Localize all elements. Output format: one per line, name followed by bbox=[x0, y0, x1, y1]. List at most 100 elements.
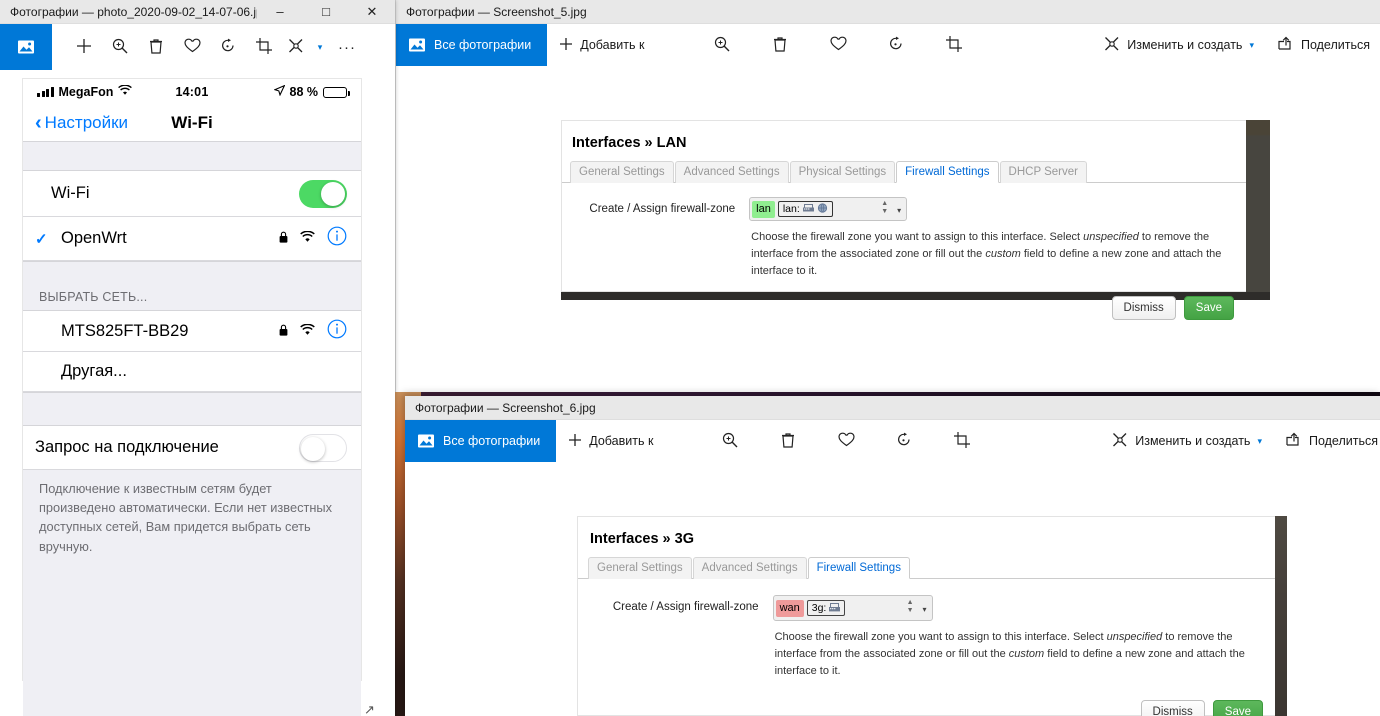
edit-create-button[interactable] bbox=[282, 26, 310, 68]
window-resize-handle[interactable]: ↗ bbox=[364, 702, 375, 716]
edit-create-dropdown[interactable]: ▾ bbox=[310, 26, 330, 68]
info-circle-icon[interactable] bbox=[327, 226, 347, 251]
zone-spinner[interactable]: ▲ ▼ bbox=[881, 200, 888, 215]
ask-to-join-row[interactable]: Запрос на подключение bbox=[23, 426, 361, 470]
more-options-button[interactable]: ··· bbox=[330, 26, 364, 68]
network-row-other[interactable]: Другая... bbox=[23, 352, 361, 392]
tab-dhcp-server[interactable]: DHCP Server bbox=[999, 161, 1087, 183]
all-photos-button[interactable] bbox=[0, 24, 52, 70]
photos-toolbar[interactable]: ▾ ··· bbox=[0, 24, 395, 70]
delete-button[interactable] bbox=[762, 24, 798, 66]
zone-spinner[interactable]: ▲ ▼ bbox=[907, 599, 914, 614]
zone-dropdown-caret-icon[interactable]: ▾ bbox=[897, 206, 901, 215]
luci-tabs[interactable]: General Settings Advanced Settings Physi… bbox=[562, 160, 1246, 183]
minimize-button[interactable]: – bbox=[257, 0, 303, 23]
wifi-toggle-row[interactable]: Wi-Fi bbox=[23, 171, 361, 217]
luci-tabs[interactable]: General Settings Advanced Settings Firew… bbox=[578, 556, 1275, 579]
info-circle-icon[interactable] bbox=[327, 319, 347, 344]
rotate-button[interactable] bbox=[210, 26, 246, 68]
zone-value-box[interactable]: 3g: bbox=[806, 599, 846, 617]
dismiss-button[interactable]: Dismiss bbox=[1140, 700, 1205, 716]
wifi-icon bbox=[300, 322, 315, 341]
rotate-icon bbox=[896, 432, 912, 451]
window-titlebar[interactable]: Фотографии — Screenshot_5.jpg bbox=[396, 0, 1380, 24]
all-photos-button[interactable]: Все фотографии bbox=[396, 24, 548, 66]
window-controls[interactable]: – □ ✕ bbox=[257, 0, 395, 23]
window-titlebar[interactable]: Фотографии — Screenshot_6.jpg bbox=[405, 396, 1380, 420]
all-photos-label: Все фотографии bbox=[434, 38, 532, 52]
photos-toolbar[interactable]: Все фотографии Добавить к Изменить и соз… bbox=[405, 420, 1380, 462]
tab-general-settings[interactable]: General Settings bbox=[588, 557, 692, 579]
lock-icon bbox=[279, 229, 288, 248]
rotate-button[interactable] bbox=[878, 24, 914, 66]
tab-advanced-settings[interactable]: Advanced Settings bbox=[692, 557, 807, 579]
photos-window-screenshot5[interactable]: Фотографии — Screenshot_5.jpg Все фотогр… bbox=[395, 0, 1380, 392]
rotate-button[interactable] bbox=[886, 420, 922, 462]
add-to-label: Добавить к bbox=[580, 38, 645, 52]
wifi-toggle-switch[interactable] bbox=[299, 179, 347, 208]
signal-bars-icon bbox=[37, 87, 54, 97]
tab-firewall-settings[interactable]: Firewall Settings bbox=[896, 161, 999, 183]
photos-window-screenshot6[interactable]: Фотографии — Screenshot_6.jpg Все фотогр… bbox=[405, 396, 1380, 716]
chevron-down-icon: ▾ bbox=[1257, 435, 1262, 446]
crop-button[interactable] bbox=[936, 24, 972, 66]
rotate-icon bbox=[888, 36, 904, 55]
add-to-button[interactable]: Добавить к bbox=[547, 24, 656, 66]
photos-window-photo2020[interactable]: Фотографии — photo_2020-09-02_14-07-06.j… bbox=[0, 0, 395, 716]
share-button[interactable]: Поделиться bbox=[1274, 420, 1380, 462]
window-titlebar[interactable]: Фотографии — photo_2020-09-02_14-07-06.j… bbox=[0, 0, 395, 24]
window-title: Фотографии — Screenshot_6.jpg bbox=[415, 400, 596, 415]
firewall-zone-selector[interactable]: lan lan: ▲ ▼ ▾ bbox=[749, 197, 908, 221]
favorite-button[interactable] bbox=[820, 24, 856, 66]
zoom-button[interactable] bbox=[102, 26, 138, 68]
zone-dropdown-caret-icon[interactable]: ▾ bbox=[923, 605, 927, 614]
trash-icon bbox=[773, 36, 787, 55]
save-button[interactable]: Save bbox=[1183, 296, 1234, 321]
tab-general-settings[interactable]: General Settings bbox=[570, 161, 674, 183]
ask-to-join-toggle[interactable] bbox=[299, 433, 347, 462]
firewall-zone-selector[interactable]: wan 3g: ▲ ▼ ▾ bbox=[772, 595, 933, 621]
delete-button[interactable] bbox=[770, 420, 806, 462]
carrier-label: MegaFon bbox=[58, 85, 114, 99]
dismiss-button[interactable]: Dismiss bbox=[1111, 296, 1176, 321]
add-to-button[interactable]: Добавить к bbox=[556, 420, 665, 462]
maximize-button[interactable]: □ bbox=[303, 0, 349, 23]
tab-firewall-settings[interactable]: Firewall Settings bbox=[807, 557, 910, 579]
plus-icon bbox=[76, 38, 92, 57]
photos-toolbar[interactable]: Все фотографии Добавить к Изменить и соз… bbox=[396, 24, 1380, 66]
wifi-icon bbox=[118, 84, 133, 99]
delete-button[interactable] bbox=[138, 26, 174, 68]
share-icon bbox=[1278, 36, 1294, 54]
tab-advanced-settings[interactable]: Advanced Settings bbox=[674, 161, 789, 183]
status-left: MegaFon bbox=[37, 84, 157, 99]
edit-create-button[interactable]: Изменить и создать ▾ bbox=[1100, 420, 1274, 462]
share-button[interactable]: Поделиться bbox=[1266, 24, 1380, 66]
share-label: Поделиться bbox=[1308, 434, 1378, 448]
edit-create-button[interactable]: Изменить и создать ▾ bbox=[1092, 24, 1266, 66]
back-to-settings-button[interactable]: ‹ Настройки bbox=[35, 113, 128, 133]
zoom-button[interactable] bbox=[712, 420, 748, 462]
ask-to-join-note: Подключение к известным сетям будет прои… bbox=[23, 470, 361, 570]
tab-physical-settings[interactable]: Physical Settings bbox=[789, 161, 896, 183]
favorite-button[interactable] bbox=[174, 26, 210, 68]
favorite-button[interactable] bbox=[828, 420, 864, 462]
close-button[interactable]: ✕ bbox=[349, 0, 395, 23]
plus-icon bbox=[568, 433, 582, 450]
add-to-button[interactable] bbox=[66, 26, 102, 68]
zoom-button[interactable] bbox=[704, 24, 740, 66]
crop-button[interactable] bbox=[246, 26, 282, 68]
crop-icon bbox=[256, 37, 272, 57]
network-row-mts[interactable]: MTS825FT-BB29 bbox=[23, 310, 361, 352]
connected-network-row[interactable]: ✓ OpenWrt bbox=[23, 217, 361, 261]
edit-icon bbox=[1104, 36, 1120, 55]
network-name: Другая... bbox=[61, 362, 127, 380]
zone-value-box[interactable]: lan: bbox=[777, 200, 833, 218]
window-title: Фотографии — photo_2020-09-02_14-07-06.j… bbox=[10, 4, 257, 19]
crop-button[interactable] bbox=[944, 420, 980, 462]
battery-icon bbox=[323, 86, 350, 98]
save-button[interactable]: Save bbox=[1212, 700, 1263, 716]
battery-percent-label: 88 % bbox=[289, 85, 319, 99]
luci-actions: Dismiss Save bbox=[578, 680, 1275, 716]
all-photos-button[interactable]: Все фотографии bbox=[405, 420, 557, 462]
share-label: Поделиться bbox=[1300, 38, 1370, 52]
